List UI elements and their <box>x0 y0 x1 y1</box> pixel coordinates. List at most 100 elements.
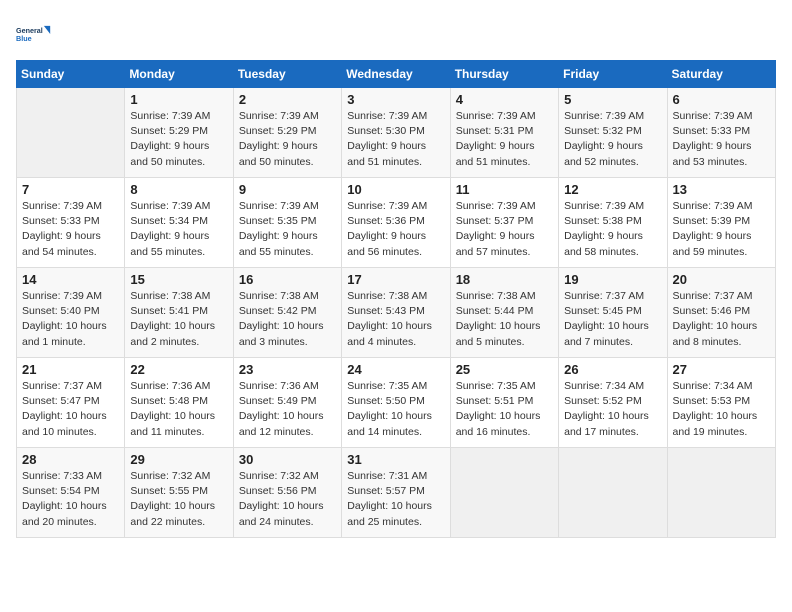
calendar-cell: 6 Sunrise: 7:39 AMSunset: 5:33 PMDaylight… <box>667 88 775 178</box>
calendar-cell: 22 Sunrise: 7:36 AMSunset: 5:48 PMDayligh… <box>125 358 233 448</box>
day-info: Sunrise: 7:35 AMSunset: 5:50 PMDaylight:… <box>347 379 444 440</box>
calendar-cell: 14 Sunrise: 7:39 AMSunset: 5:40 PMDayligh… <box>17 268 125 358</box>
calendar-cell: 1 Sunrise: 7:39 AMSunset: 5:29 PMDaylight… <box>125 88 233 178</box>
calendar-cell: 19Sunrise: 7:37 AMSunset: 5:45 PMDayligh… <box>559 268 667 358</box>
day-info: Sunrise: 7:39 AMSunset: 5:37 PMDaylight:… <box>456 199 553 260</box>
week-row-1: 1 Sunrise: 7:39 AMSunset: 5:29 PMDaylight… <box>17 88 776 178</box>
calendar-cell: 4 Sunrise: 7:39 AMSunset: 5:31 PMDaylight… <box>450 88 558 178</box>
day-number: 30 <box>239 452 336 467</box>
day-number: 23 <box>239 362 336 377</box>
day-info: Sunrise: 7:32 AMSunset: 5:56 PMDaylight:… <box>239 469 336 530</box>
day-number: 11 <box>456 182 553 197</box>
week-row-4: 21Sunrise: 7:37 AMSunset: 5:47 PMDayligh… <box>17 358 776 448</box>
calendar-cell: 27 Sunrise: 7:34 AMSunset: 5:53 PMDayligh… <box>667 358 775 448</box>
calendar-cell: 12 Sunrise: 7:39 AMSunset: 5:38 PMDayligh… <box>559 178 667 268</box>
day-info: Sunrise: 7:39 AMSunset: 5:36 PMDaylight:… <box>347 199 444 260</box>
calendar-cell: 13 Sunrise: 7:39 AMSunset: 5:39 PMDayligh… <box>667 178 775 268</box>
day-number: 16 <box>239 272 336 287</box>
logo: GeneralBlue <box>16 16 52 52</box>
day-info: Sunrise: 7:39 AMSunset: 5:30 PMDaylight:… <box>347 109 444 170</box>
calendar-cell: 17 Sunrise: 7:38 AMSunset: 5:43 PMDayligh… <box>342 268 450 358</box>
col-header-monday: Monday <box>125 61 233 88</box>
day-info: Sunrise: 7:38 AMSunset: 5:44 PMDaylight:… <box>456 289 553 350</box>
day-number: 31 <box>347 452 444 467</box>
day-info: Sunrise: 7:31 AMSunset: 5:57 PMDaylight:… <box>347 469 444 530</box>
day-info: Sunrise: 7:37 AMSunset: 5:46 PMDaylight:… <box>673 289 770 350</box>
week-row-5: 28Sunrise: 7:33 AMSunset: 5:54 PMDayligh… <box>17 448 776 538</box>
calendar-cell <box>450 448 558 538</box>
calendar-table: SundayMondayTuesdayWednesdayThursdayFrid… <box>16 60 776 538</box>
day-info: Sunrise: 7:39 AMSunset: 5:29 PMDaylight:… <box>130 109 227 170</box>
day-info: Sunrise: 7:39 AMSunset: 5:38 PMDaylight:… <box>564 199 661 260</box>
day-number: 21 <box>22 362 119 377</box>
calendar-cell: 2 Sunrise: 7:39 AMSunset: 5:29 PMDaylight… <box>233 88 341 178</box>
day-number: 26 <box>564 362 661 377</box>
calendar-cell: 11 Sunrise: 7:39 AMSunset: 5:37 PMDayligh… <box>450 178 558 268</box>
calendar-cell <box>667 448 775 538</box>
day-info: Sunrise: 7:39 AMSunset: 5:40 PMDaylight:… <box>22 289 119 350</box>
day-number: 2 <box>239 92 336 107</box>
day-number: 17 <box>347 272 444 287</box>
day-info: Sunrise: 7:34 AMSunset: 5:52 PMDaylight:… <box>564 379 661 440</box>
calendar-cell <box>559 448 667 538</box>
logo-icon: GeneralBlue <box>16 16 52 52</box>
col-header-wednesday: Wednesday <box>342 61 450 88</box>
day-info: Sunrise: 7:38 AMSunset: 5:41 PMDaylight:… <box>130 289 227 350</box>
calendar-cell: 7Sunrise: 7:39 AMSunset: 5:33 PMDaylight… <box>17 178 125 268</box>
col-header-tuesday: Tuesday <box>233 61 341 88</box>
day-number: 19 <box>564 272 661 287</box>
day-number: 9 <box>239 182 336 197</box>
calendar-cell: 18 Sunrise: 7:38 AMSunset: 5:44 PMDayligh… <box>450 268 558 358</box>
calendar-cell: 25 Sunrise: 7:35 AMSunset: 5:51 PMDayligh… <box>450 358 558 448</box>
calendar-cell: 28Sunrise: 7:33 AMSunset: 5:54 PMDayligh… <box>17 448 125 538</box>
day-info: Sunrise: 7:39 AMSunset: 5:35 PMDaylight:… <box>239 199 336 260</box>
day-info: Sunrise: 7:39 AMSunset: 5:32 PMDaylight:… <box>564 109 661 170</box>
day-info: Sunrise: 7:39 AMSunset: 5:31 PMDaylight:… <box>456 109 553 170</box>
day-number: 15 <box>130 272 227 287</box>
calendar-cell: 24Sunrise: 7:35 AMSunset: 5:50 PMDayligh… <box>342 358 450 448</box>
day-number: 18 <box>456 272 553 287</box>
calendar-cell: 20 Sunrise: 7:37 AMSunset: 5:46 PMDayligh… <box>667 268 775 358</box>
day-number: 4 <box>456 92 553 107</box>
page-header: GeneralBlue <box>16 16 776 52</box>
calendar-cell: 9 Sunrise: 7:39 AMSunset: 5:35 PMDaylight… <box>233 178 341 268</box>
day-info: Sunrise: 7:34 AMSunset: 5:53 PMDaylight:… <box>673 379 770 440</box>
day-number: 22 <box>130 362 227 377</box>
day-number: 14 <box>22 272 119 287</box>
day-number: 7 <box>22 182 119 197</box>
calendar-cell: 31 Sunrise: 7:31 AMSunset: 5:57 PMDayligh… <box>342 448 450 538</box>
calendar-cell: 5Sunrise: 7:39 AMSunset: 5:32 PMDaylight… <box>559 88 667 178</box>
day-number: 12 <box>564 182 661 197</box>
calendar-cell: 8Sunrise: 7:39 AMSunset: 5:34 PMDaylight… <box>125 178 233 268</box>
day-number: 28 <box>22 452 119 467</box>
day-number: 6 <box>673 92 770 107</box>
col-header-thursday: Thursday <box>450 61 558 88</box>
day-info: Sunrise: 7:35 AMSunset: 5:51 PMDaylight:… <box>456 379 553 440</box>
day-info: Sunrise: 7:36 AMSunset: 5:48 PMDaylight:… <box>130 379 227 440</box>
calendar-cell: 30 Sunrise: 7:32 AMSunset: 5:56 PMDayligh… <box>233 448 341 538</box>
day-info: Sunrise: 7:39 AMSunset: 5:29 PMDaylight:… <box>239 109 336 170</box>
day-info: Sunrise: 7:32 AMSunset: 5:55 PMDaylight:… <box>130 469 227 530</box>
col-header-sunday: Sunday <box>17 61 125 88</box>
day-info: Sunrise: 7:38 AMSunset: 5:43 PMDaylight:… <box>347 289 444 350</box>
calendar-cell: 21Sunrise: 7:37 AMSunset: 5:47 PMDayligh… <box>17 358 125 448</box>
day-number: 13 <box>673 182 770 197</box>
day-number: 3 <box>347 92 444 107</box>
calendar-cell: 10 Sunrise: 7:39 AMSunset: 5:36 PMDayligh… <box>342 178 450 268</box>
day-info: Sunrise: 7:36 AMSunset: 5:49 PMDaylight:… <box>239 379 336 440</box>
day-info: Sunrise: 7:39 AMSunset: 5:39 PMDaylight:… <box>673 199 770 260</box>
svg-text:Blue: Blue <box>16 34 32 43</box>
day-info: Sunrise: 7:39 AMSunset: 5:34 PMDaylight:… <box>130 199 227 260</box>
calendar-cell: 16 Sunrise: 7:38 AMSunset: 5:42 PMDayligh… <box>233 268 341 358</box>
col-header-friday: Friday <box>559 61 667 88</box>
day-number: 10 <box>347 182 444 197</box>
day-number: 25 <box>456 362 553 377</box>
day-number: 27 <box>673 362 770 377</box>
calendar-header-row: SundayMondayTuesdayWednesdayThursdayFrid… <box>17 61 776 88</box>
day-info: Sunrise: 7:39 AMSunset: 5:33 PMDaylight:… <box>673 109 770 170</box>
day-info: Sunrise: 7:38 AMSunset: 5:42 PMDaylight:… <box>239 289 336 350</box>
day-number: 1 <box>130 92 227 107</box>
calendar-cell: 3 Sunrise: 7:39 AMSunset: 5:30 PMDaylight… <box>342 88 450 178</box>
svg-text:General: General <box>16 26 43 35</box>
day-number: 20 <box>673 272 770 287</box>
